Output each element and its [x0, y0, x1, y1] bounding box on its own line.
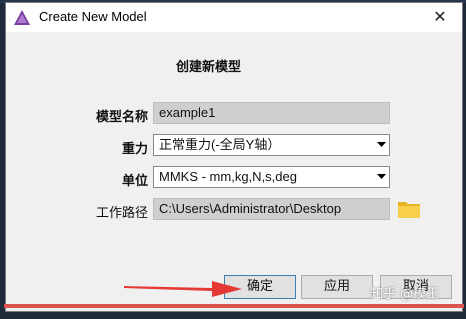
- title-bar: Create New Model ✕: [6, 3, 462, 32]
- create-new-model-dialog: Create New Model ✕ 创建新模型 模型名称 example1 重…: [5, 2, 463, 312]
- watermark: 知乎 @模王: [370, 287, 440, 302]
- apply-button[interactable]: 应用: [301, 275, 373, 299]
- bottom-accent-line: [4, 304, 464, 308]
- units-label: 单位: [121, 174, 148, 189]
- folder-icon[interactable]: [397, 199, 421, 219]
- gravity-label: 重力: [121, 142, 148, 157]
- gravity-select[interactable]: 正常重力(-全局Y轴）: [153, 134, 390, 156]
- gravity-value: 正常重力(-全局Y轴）: [159, 137, 281, 152]
- units-value: MMKS - mm,kg,N,s,deg: [159, 169, 297, 184]
- units-select[interactable]: MMKS - mm,kg,N,s,deg: [153, 166, 390, 188]
- close-button[interactable]: ✕: [428, 5, 452, 29]
- app-logo-icon: [14, 10, 30, 25]
- dialog-heading: 创建新模型: [176, 60, 242, 75]
- working-dir-label: 工作路径: [95, 206, 148, 221]
- annotation-arrow-icon: [124, 281, 242, 297]
- chevron-down-icon[interactable]: [373, 167, 389, 187]
- chevron-down-icon[interactable]: [373, 135, 389, 155]
- window-title: Create New Model: [39, 9, 147, 24]
- model-name-label: 模型名称: [95, 110, 148, 125]
- model-name-input[interactable]: example1: [153, 102, 390, 124]
- working-dir-input[interactable]: C:\Users\Administrator\Desktop: [153, 198, 390, 220]
